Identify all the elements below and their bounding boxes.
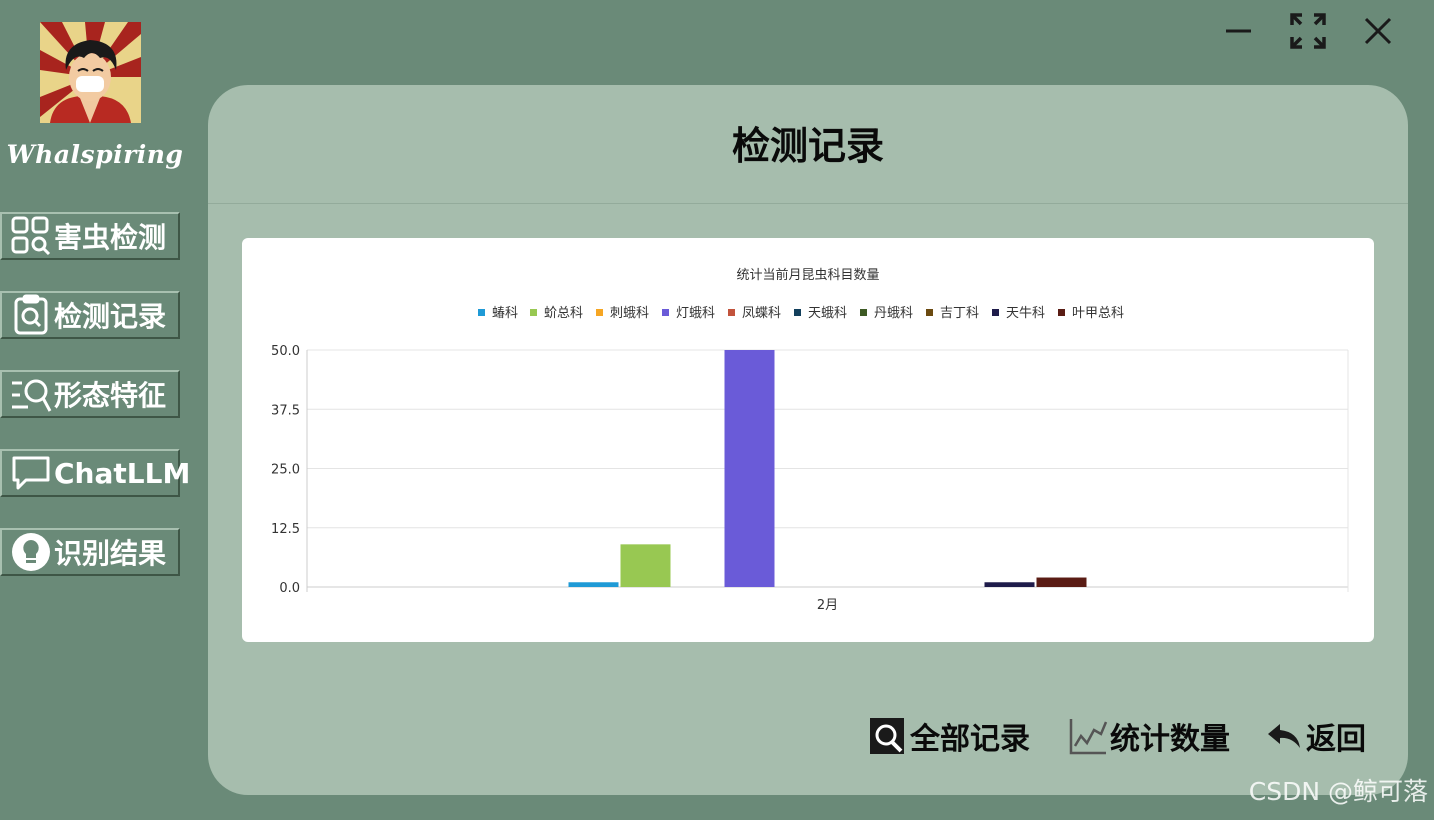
bar-9 xyxy=(984,582,1035,587)
chart-x-axis: 2月 xyxy=(817,598,838,613)
straw-hat-avatar xyxy=(40,22,141,123)
legend-swatch xyxy=(1058,309,1065,316)
x-tick-label: 2月 xyxy=(817,598,838,613)
nav-pest-detection[interactable]: 害虫检测 xyxy=(0,212,180,260)
nav-chatllm[interactable]: ChatLLM xyxy=(0,449,190,497)
y-tick-label: 12.5 xyxy=(271,522,300,537)
back-arrow-icon xyxy=(1268,724,1300,748)
bar-4 xyxy=(724,350,775,587)
lightbulb-icon xyxy=(12,533,50,571)
insect-family-bar-chart: 统计当前月昆虫科目数量 蝽科 蚧总科 刺蛾科 灯蛾科 凤蝶科 天蛾科 丹蛾科 吉丁科 天牛科 叶甲… xyxy=(271,267,1349,613)
legend-swatch xyxy=(530,309,537,316)
nav-label: 识别结果 xyxy=(54,537,167,570)
list-search-icon xyxy=(12,379,52,412)
nav-label: 形态特征 xyxy=(54,379,167,412)
chart-legend: 蝽科 蚧总科 刺蛾科 灯蛾科 凤蝶科 天蛾科 丹蛾科 吉丁科 天牛科 叶甲总科 xyxy=(478,305,1124,321)
legend-label: 丹蛾科 xyxy=(874,306,913,321)
chart-title: 统计当前月昆虫科目数量 xyxy=(736,267,879,283)
legend-swatch xyxy=(926,309,933,316)
close-icon[interactable] xyxy=(1359,12,1397,50)
nav-label: 害虫检测 xyxy=(54,221,167,254)
legend-swatch xyxy=(992,309,999,316)
action-label: 全部记录 xyxy=(910,722,1030,757)
maximize-icon[interactable] xyxy=(1289,12,1327,50)
nav-detection-records[interactable]: 检测记录 xyxy=(0,291,180,339)
records-panel: 检测记录 统计当前月昆虫科目数量 蝽科 蚧总科 刺蛾科 灯蛾科 凤蝶科 天蛾科 丹蛾科 吉丁科… xyxy=(208,85,1408,795)
legend-swatch xyxy=(662,309,669,316)
clipboard-search-icon xyxy=(14,294,48,335)
chart-card: 统计当前月昆虫科目数量 蝽科 蚧总科 刺蛾科 灯蛾科 凤蝶科 天蛾科 丹蛾科 吉丁科 天牛科 叶甲… xyxy=(242,238,1374,642)
legend-label: 天蛾科 xyxy=(808,306,847,321)
legend-swatch xyxy=(794,309,801,316)
legend-label: 凤蝶科 xyxy=(742,306,781,321)
legend-swatch xyxy=(596,309,603,316)
bar-2 xyxy=(620,544,671,587)
bar-1 xyxy=(568,582,619,587)
bar-10 xyxy=(1036,577,1087,587)
title-divider xyxy=(208,203,1408,204)
legend-label: 灯蛾科 xyxy=(676,306,715,321)
y-tick-label: 0.0 xyxy=(279,581,300,596)
chart-grid: 0.0 12.5 25.0 37.5 50.0 xyxy=(271,344,1349,596)
watermark: CSDN @鲸可落 xyxy=(1248,777,1428,806)
back-button[interactable]: 返回 xyxy=(1264,713,1366,759)
y-tick-label: 50.0 xyxy=(271,344,300,359)
minimize-icon[interactable] xyxy=(1220,12,1258,50)
legend-swatch xyxy=(478,309,485,316)
action-label: 统计数量 xyxy=(1110,722,1230,757)
legend-label: 刺蛾科 xyxy=(610,306,649,321)
page-title: 检测记录 xyxy=(731,124,884,168)
legend-label: 蚧总科 xyxy=(544,306,583,321)
nav-label: 检测记录 xyxy=(54,300,167,333)
legend-label: 蝽科 xyxy=(492,305,518,321)
all-records-button[interactable]: 全部记录 xyxy=(868,713,1030,759)
legend-swatch xyxy=(728,309,735,316)
legend-label: 吉丁科 xyxy=(940,306,979,321)
line-chart-icon xyxy=(1069,719,1108,755)
legend-label: 叶甲总科 xyxy=(1072,306,1124,321)
chat-bubble-icon xyxy=(12,456,50,490)
statistics-button[interactable]: 统计数量 xyxy=(1068,713,1230,759)
action-label: 返回 xyxy=(1306,722,1366,757)
legend-label: 天牛科 xyxy=(1006,306,1045,321)
y-tick-label: 37.5 xyxy=(271,403,300,418)
nav-recognition-results[interactable]: 识别结果 xyxy=(0,528,180,576)
y-tick-label: 25.0 xyxy=(271,463,300,478)
user-avatar xyxy=(40,22,141,123)
search-record-icon xyxy=(870,718,904,754)
legend-swatch xyxy=(860,309,867,316)
grid-search-icon xyxy=(11,216,51,256)
nav-label: ChatLLM xyxy=(54,456,191,490)
username: Whalspiring xyxy=(6,140,184,169)
nav-morphology[interactable]: 形态特征 xyxy=(0,370,180,418)
